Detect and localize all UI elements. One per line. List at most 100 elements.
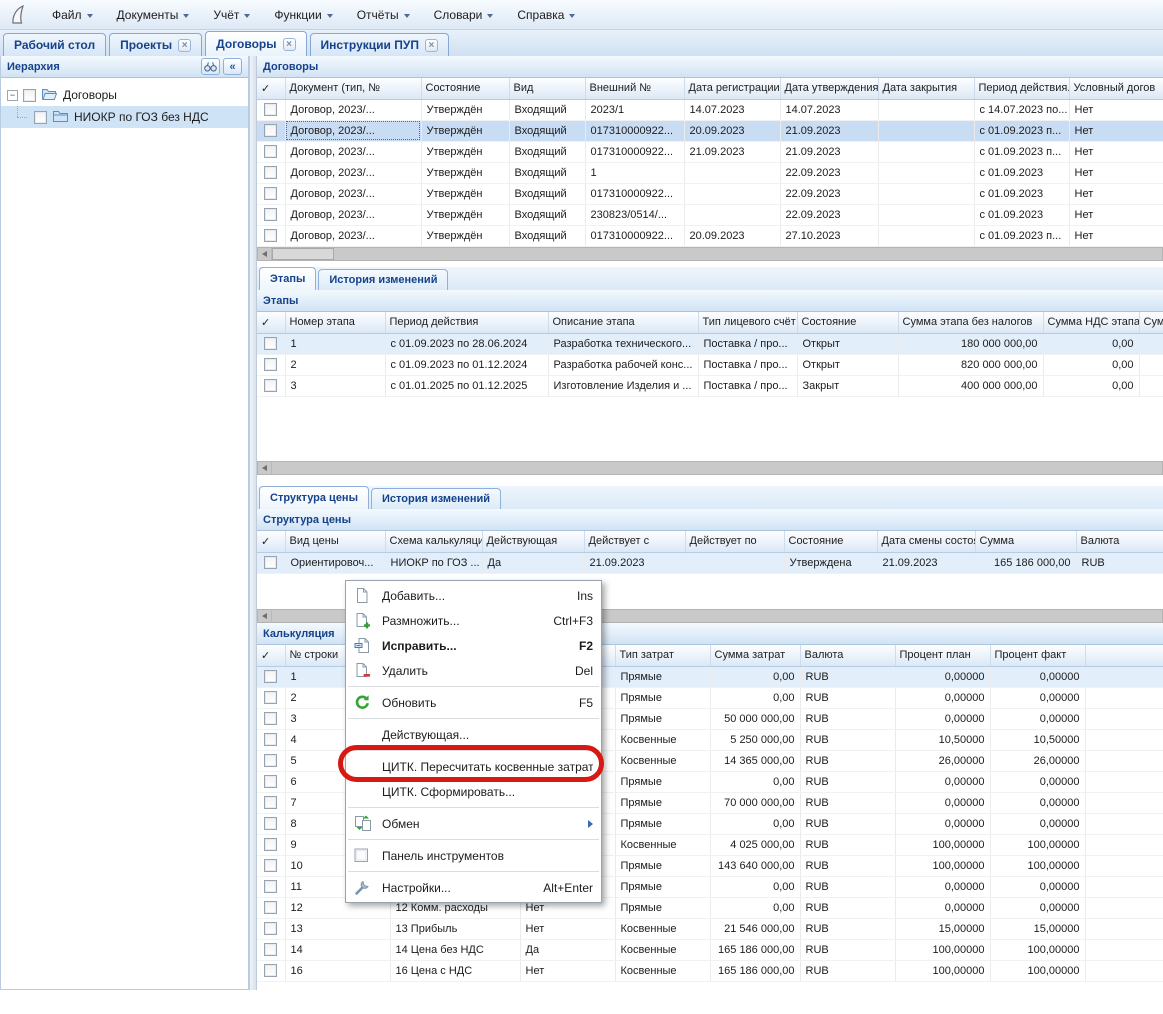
row-checkbox[interactable]: [257, 960, 285, 981]
column-header[interactable]: Состояние: [797, 312, 898, 333]
column-header[interactable]: Схема калькуляци: [385, 531, 482, 552]
row-checkbox[interactable]: [257, 939, 285, 960]
column-header[interactable]: Дата закрытия: [878, 78, 974, 99]
row-checkbox[interactable]: [257, 354, 285, 375]
tab-этапы[interactable]: Этапы: [259, 267, 316, 290]
column-header[interactable]: Дата утверждения: [780, 78, 878, 99]
splitter-handle[interactable]: [249, 56, 257, 990]
column-header[interactable]: Документ (тип, №: [285, 78, 421, 99]
column-header[interactable]: Состояние: [784, 531, 877, 552]
column-header[interactable]: Состояние: [421, 78, 509, 99]
tab-структура-цены[interactable]: Структура цены: [259, 486, 369, 509]
row-checkbox[interactable]: [257, 552, 285, 573]
column-header[interactable]: [1085, 645, 1163, 666]
row-checkbox[interactable]: [257, 162, 285, 183]
scrollbar-thumb[interactable]: [272, 248, 334, 260]
tab-close-icon[interactable]: ×: [425, 39, 438, 52]
tree-node-ниокр-по-гоз-без-ндс[interactable]: НИОКР по ГОЗ без НДС: [1, 106, 248, 128]
column-header[interactable]: Условный догов: [1069, 78, 1163, 99]
column-header[interactable]: Валюта: [800, 645, 895, 666]
stages-hscrollbar[interactable]: [257, 461, 1163, 475]
scroll-left-icon[interactable]: [258, 610, 272, 622]
row-checkbox[interactable]: [257, 666, 285, 687]
menubar-item-файл[interactable]: Файл: [40, 4, 105, 26]
row-checkbox[interactable]: [257, 897, 285, 918]
column-header[interactable]: ✓: [257, 531, 285, 552]
column-header[interactable]: Действует по: [685, 531, 784, 552]
row-checkbox[interactable]: [257, 792, 285, 813]
column-header[interactable]: Сумма НДС этапа: [1043, 312, 1139, 333]
column-header[interactable]: Внешний №: [585, 78, 684, 99]
menubar-item-документы[interactable]: Документы: [105, 4, 202, 26]
column-header[interactable]: ✓: [257, 78, 285, 99]
column-header[interactable]: Вид: [509, 78, 585, 99]
column-header[interactable]: Действующая: [482, 531, 584, 552]
row-checkbox[interactable]: [257, 729, 285, 750]
menu-item-обмен[interactable]: Обмен: [346, 811, 601, 836]
contract-row[interactable]: Договор, 2023/...УтверждёнВходящий017310…: [257, 225, 1163, 246]
window-tab-договоры[interactable]: Договоры×: [205, 31, 306, 56]
tree-node-договоры[interactable]: −Договоры: [1, 84, 248, 106]
menu-item-добавить[interactable]: Добавить...Ins: [346, 583, 601, 608]
column-header[interactable]: Действует с: [584, 531, 685, 552]
row-checkbox[interactable]: [257, 141, 285, 162]
window-tab-проекты[interactable]: Проекты×: [109, 33, 202, 56]
row-checkbox[interactable]: [257, 225, 285, 246]
column-header[interactable]: Описание этапа: [548, 312, 698, 333]
row-checkbox[interactable]: [257, 375, 285, 396]
row-checkbox[interactable]: [257, 834, 285, 855]
menu-item-удалить[interactable]: УдалитьDel: [346, 658, 601, 683]
row-checkbox[interactable]: [257, 876, 285, 897]
scroll-left-icon[interactable]: [258, 462, 272, 474]
tab-история-изменений[interactable]: История изменений: [318, 269, 448, 290]
tree-expander-icon[interactable]: −: [7, 90, 18, 101]
row-checkbox[interactable]: [257, 750, 285, 771]
column-header[interactable]: Период действия..: [974, 78, 1069, 99]
tab-close-icon[interactable]: ×: [178, 39, 191, 52]
contract-row[interactable]: Договор, 2023/...УтверждёнВходящий017310…: [257, 120, 1163, 141]
stage-row[interactable]: 3с 01.01.2025 по 01.12.2025Изготовление …: [257, 375, 1163, 396]
contract-row[interactable]: Договор, 2023/...УтверждёнВходящий230823…: [257, 204, 1163, 225]
column-header[interactable]: Валюта: [1076, 531, 1163, 552]
column-header[interactable]: ✓: [257, 645, 285, 666]
menu-item-настройки[interactable]: Настройки...Alt+Enter: [346, 875, 601, 900]
menu-item-действующая[interactable]: Действующая...: [346, 722, 601, 747]
column-header[interactable]: Тип затрат: [615, 645, 710, 666]
calculation-row[interactable]: 1616 Цена с НДСНетКосвенные165 186 000,0…: [257, 960, 1163, 981]
row-checkbox[interactable]: [257, 813, 285, 834]
row-checkbox[interactable]: [257, 771, 285, 792]
menubar-item-справка[interactable]: Справка: [505, 4, 587, 26]
menubar-item-словари[interactable]: Словари: [422, 4, 506, 26]
row-checkbox[interactable]: [257, 855, 285, 876]
row-checkbox[interactable]: [257, 204, 285, 225]
stage-row[interactable]: 2с 01.09.2023 по 01.12.2024Разработка ра…: [257, 354, 1163, 375]
row-checkbox[interactable]: [257, 687, 285, 708]
calculation-row[interactable]: 1313 ПрибыльНетКосвенные21 546 000,00RUB…: [257, 918, 1163, 939]
tree-checkbox[interactable]: [34, 111, 47, 124]
column-header[interactable]: Период действия: [385, 312, 548, 333]
contracts-hscrollbar[interactable]: [257, 247, 1163, 261]
menu-item-цитк-сформировать[interactable]: ЦИТК. Сформировать...: [346, 779, 601, 804]
window-tab-рабочий-стол[interactable]: Рабочий стол: [3, 33, 106, 56]
contract-row[interactable]: Договор, 2023/...УтверждёнВходящий2023/1…: [257, 99, 1163, 120]
column-header[interactable]: Сумма затрат: [710, 645, 800, 666]
tab-close-icon[interactable]: ×: [283, 38, 296, 51]
column-header[interactable]: Сумма: [975, 531, 1076, 552]
column-header[interactable]: Дата смены состоя: [877, 531, 975, 552]
stage-row[interactable]: 1с 01.09.2023 по 28.06.2024Разработка те…: [257, 333, 1163, 354]
contract-row[interactable]: Договор, 2023/...УтверждёнВходящий017310…: [257, 183, 1163, 204]
menubar-item-отчёты[interactable]: Отчёты: [345, 4, 422, 26]
binoculars-icon[interactable]: [201, 58, 220, 75]
column-header[interactable]: Сумма этапа без налогов: [898, 312, 1043, 333]
column-header[interactable]: Сум: [1139, 312, 1163, 333]
column-header[interactable]: Тип лицевого счёт: [698, 312, 797, 333]
price-row[interactable]: Ориентировоч...НИОКР по ГОЗ ...Да21.09.2…: [257, 552, 1163, 573]
collapse-panel-icon[interactable]: «: [223, 58, 242, 75]
contract-row[interactable]: Договор, 2023/...УтверждёнВходящий122.09…: [257, 162, 1163, 183]
menu-item-цитк-пересчитать-косвенные-затраты[interactable]: ЦИТК. Пересчитать косвенные затраты...: [346, 754, 601, 779]
column-header[interactable]: Процент план: [895, 645, 990, 666]
column-header[interactable]: Дата регистрации.: [684, 78, 780, 99]
row-checkbox[interactable]: [257, 918, 285, 939]
row-checkbox[interactable]: [257, 183, 285, 204]
menubar-item-функции[interactable]: Функции: [262, 4, 344, 26]
